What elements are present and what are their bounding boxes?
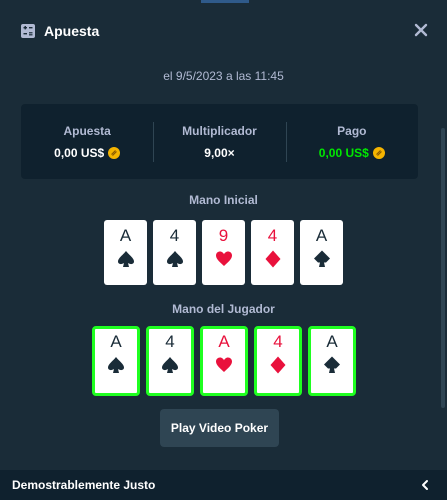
stat-payout: Pago 0,00 US$ (285, 104, 418, 179)
card-rank: A (218, 332, 230, 351)
card-rank: 9 (218, 226, 229, 245)
heart-suit-icon (215, 251, 232, 266)
card-rank: A (326, 332, 338, 351)
playing-card: A (104, 220, 147, 285)
card-rank: 4 (169, 226, 180, 245)
club-suit-icon (313, 250, 330, 267)
stat-value: 9,00× (204, 146, 234, 160)
playing-card: 4 (146, 326, 194, 396)
diamond-suit-icon (270, 356, 286, 374)
card-rank: 4 (165, 332, 175, 351)
spade-suit-icon (162, 357, 178, 373)
spade-suit-icon (117, 251, 134, 267)
stat-value-text: 0,00 US$ (54, 145, 105, 160)
stat-bet: Apuesta 0,00 US$ (21, 104, 153, 179)
stat-label: Multiplicador (182, 123, 257, 138)
spade-suit-icon (166, 251, 183, 267)
playing-card: 4 (254, 326, 302, 396)
card-rank: A (110, 332, 122, 351)
player-hand-label: Mano del Jugador (172, 302, 275, 316)
initial-hand: A 4 9 4 A (0, 220, 447, 286)
stat-label: Pago (337, 123, 367, 138)
playing-card: 9 (202, 220, 245, 285)
heart-suit-icon (216, 357, 232, 372)
close-icon[interactable] (413, 22, 429, 38)
provably-fair-footer[interactable]: Demostrablemente Justo (0, 470, 447, 500)
modal-header: Apuesta (0, 0, 447, 62)
modal-title: Apuesta (44, 23, 100, 39)
card-rank: A (315, 226, 328, 245)
playing-card: 4 (251, 220, 294, 285)
stat-value-text: 0,00 US$ (318, 145, 369, 160)
player-hand: A 4 A 4 A (0, 326, 447, 398)
coin-icon (372, 146, 385, 159)
playing-card: A (300, 220, 343, 285)
spade-suit-icon (108, 357, 124, 373)
club-suit-icon (324, 356, 340, 373)
playing-card: A (200, 326, 248, 396)
stat-multiplier: Multiplicador 9,00× (153, 104, 285, 179)
provably-fair-label: Demostrablemente Justo (12, 478, 156, 492)
bet-stats-panel: Apuesta 0,00 US$ Multiplicador 9,00× Pag… (21, 104, 418, 179)
chevron-left-icon (422, 480, 428, 490)
stat-label: Apuesta (63, 123, 111, 138)
stat-value: 0,00 US$ (54, 145, 121, 160)
play-video-poker-button[interactable]: Play Video Poker (160, 409, 279, 447)
diamond-suit-icon (265, 250, 280, 268)
playing-card: A (92, 326, 140, 396)
stat-value: 0,00 US$ (319, 146, 385, 160)
card-rank: A (119, 226, 132, 245)
playing-card: 4 (153, 220, 196, 285)
initial-hand-label: Mano Inicial (189, 193, 258, 207)
playing-card: A (308, 326, 356, 396)
card-rank: 4 (267, 226, 278, 245)
stat-value-text: 9,00× (204, 145, 235, 160)
bet-date: el 9/5/2023 a las 11:45 (163, 69, 284, 83)
card-rank: 4 (273, 332, 283, 351)
coin-icon (108, 146, 121, 159)
bet-slip-icon (21, 24, 35, 38)
